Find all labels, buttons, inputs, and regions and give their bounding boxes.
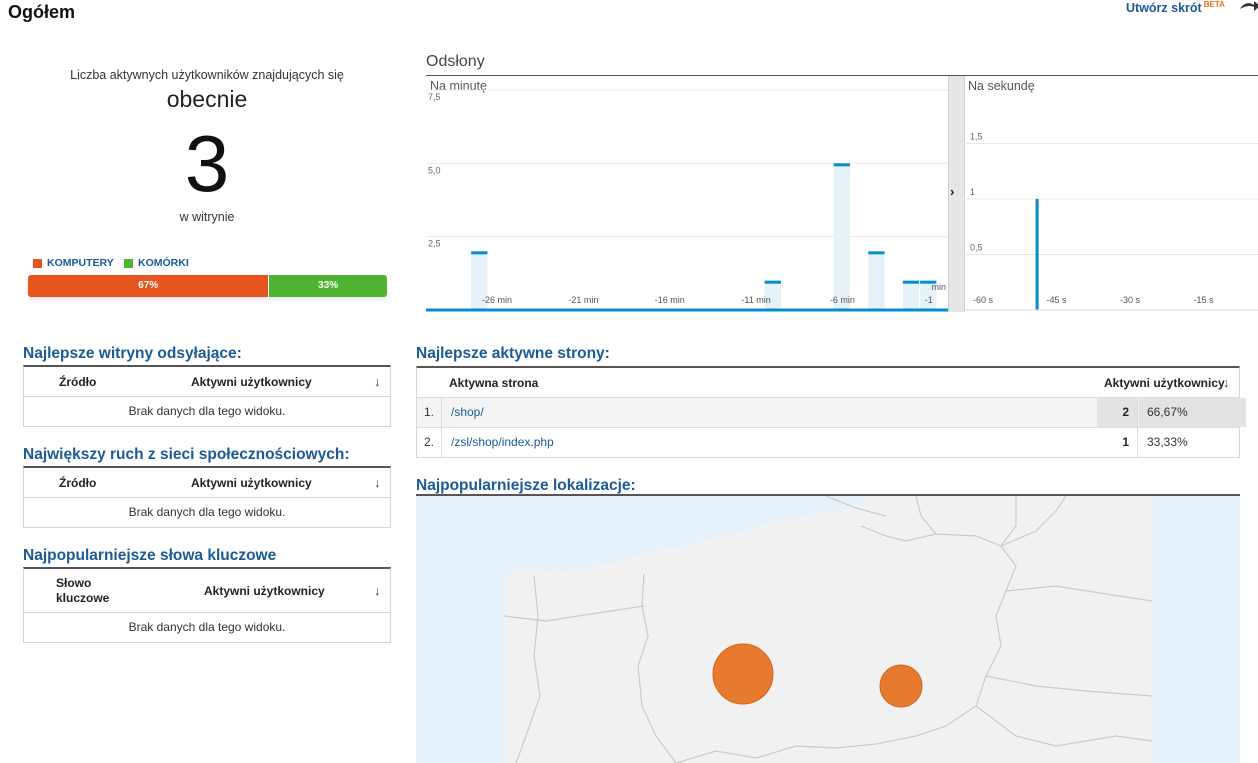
legend-desktop: KOMPUTERY xyxy=(33,257,114,269)
col-active-users[interactable]: Aktywni użytkownicy xyxy=(191,375,312,389)
sort-down-icon[interactable]: ↓ xyxy=(374,583,381,598)
location-marker[interactable] xyxy=(712,643,774,705)
col-keyword[interactable]: Słowo kluczowe xyxy=(56,576,116,606)
col-active-users[interactable]: Aktywni użytkownicy xyxy=(1104,376,1225,390)
row-users: 1 xyxy=(1097,428,1138,457)
keywords-title: Najpopularniejsze słowa kluczowe xyxy=(23,547,277,564)
social-table: Źródło Aktywni użytkownicy ↓ Brak danych… xyxy=(23,466,391,528)
bar-cap xyxy=(471,251,488,255)
active-users-caption: Liczba aktywnych użytkowników znajdujący… xyxy=(70,68,344,82)
x-tick-label: -16 min xyxy=(655,295,685,305)
table-row[interactable]: 2. /zsl/shop/index.php 1 33,33% xyxy=(417,427,1239,457)
keywords-empty-message: Brak danych dla tego widoku. xyxy=(128,620,286,634)
share-icon[interactable] xyxy=(1238,0,1258,12)
pageviews-title: Odsłony xyxy=(426,53,485,70)
x-tick-label: -26 min xyxy=(482,295,512,305)
page-link[interactable]: /zsl/shop/index.php xyxy=(451,428,554,457)
device-bar-mobile: 33% xyxy=(269,275,387,297)
x-tick-label: -30 s xyxy=(1120,295,1141,305)
bar xyxy=(902,280,920,310)
keywords-table-header: Słowo kluczowe Aktywni użytkownicy ↓ xyxy=(24,569,390,613)
keywords-table: Słowo kluczowe Aktywni użytkownicy ↓ Bra… xyxy=(23,567,391,643)
per-second-chart: 0,5 1 1,5 -60 s -45 s -30 s -15 s xyxy=(964,132,1258,311)
device-bar-desktop: 67% xyxy=(28,275,270,297)
x-tick-label: -6 min xyxy=(830,295,855,305)
active-users-now-label: obecnie xyxy=(166,86,248,112)
map-edge xyxy=(1152,496,1240,763)
row-users: 2 xyxy=(1097,398,1138,427)
map-svg xyxy=(503,496,1240,763)
create-shortcut-label[interactable]: Utwórz skrót xyxy=(1126,1,1202,15)
col-source[interactable]: Źródło xyxy=(59,476,96,490)
sort-down-icon[interactable]: ↓ xyxy=(1223,375,1230,390)
per-minute-chart: 2,5 5,0 7,5 -26 min -21 min -16 min -11 min -6 … xyxy=(426,89,948,312)
y-tick-label: 1,5 xyxy=(970,132,983,142)
locations-map[interactable] xyxy=(416,494,1240,763)
active-users-count: 3 xyxy=(184,119,230,208)
legend-mobile-label: KOMÓRKI xyxy=(138,257,189,269)
table-row[interactable]: 1. /shop/ 2 66,67% xyxy=(417,397,1246,427)
referrals-empty-message: Brak danych dla tego widoku. xyxy=(128,404,286,418)
social-empty-message: Brak danych dla tego widoku. xyxy=(128,505,286,519)
legend-desktop-label: KOMPUTERY xyxy=(47,257,114,269)
x-tick-label: -11 min xyxy=(741,295,770,305)
top-pages-header: Aktywna strona Aktywni użytkownicy ↓ xyxy=(417,368,1239,397)
y-tick-label: 1 xyxy=(970,187,975,197)
row-percent: 66,67% xyxy=(1139,398,1246,427)
col-source[interactable]: Źródło xyxy=(59,375,96,389)
bar-cap xyxy=(764,280,781,284)
y-tick-label: 2,5 xyxy=(428,239,441,249)
row-rank: 2. xyxy=(417,428,442,457)
legend-mobile: KOMÓRKI xyxy=(124,257,189,269)
social-title: Największy ruch z sieci społecznościowyc… xyxy=(23,446,350,463)
top-pages-table: Aktywna strona Aktywni użytkownicy ↓ 1. … xyxy=(416,366,1246,458)
bar xyxy=(868,251,885,310)
col-active-users[interactable]: Aktywni użytkownicy xyxy=(191,476,312,490)
location-marker[interactable] xyxy=(879,664,923,708)
page-title: Ogółem xyxy=(8,2,76,22)
col-active-page[interactable]: Aktywna strona xyxy=(449,376,538,390)
row-percent: 33,33% xyxy=(1147,435,1188,449)
referrals-table-header: Źródło Aktywni użytkownicy ↓ xyxy=(24,367,390,397)
x-tick-label: -21 min xyxy=(568,295,598,305)
bar xyxy=(1035,199,1039,310)
col-active-users[interactable]: Aktywni użytkownicy xyxy=(204,584,325,598)
x-tick-label: -1 xyxy=(925,295,933,305)
x-tick-label: -15 s xyxy=(1194,295,1215,305)
y-tick-label: 7,5 xyxy=(428,92,441,102)
x-tick-label: -60 s xyxy=(973,295,994,305)
active-users-onsite-label: w witrynie xyxy=(179,210,235,224)
legend-mobile-swatch xyxy=(124,258,133,268)
legend-desktop-swatch xyxy=(33,258,42,268)
locations-title: Najpopularniejsze lokalizacje: xyxy=(416,477,636,494)
social-table-header: Źródło Aktywni użytkownicy ↓ xyxy=(24,468,390,498)
create-shortcut-link[interactable]: Utwórz skrót BETA xyxy=(1126,0,1225,15)
referrals-title: Najlepsze witryny odsyłające: xyxy=(23,345,242,362)
sort-down-icon[interactable]: ↓ xyxy=(374,475,381,490)
bar xyxy=(833,163,851,310)
y-tick-label: 5,0 xyxy=(428,165,441,175)
referrals-table: Źródło Aktywni użytkownicy ↓ Brak danych… xyxy=(23,365,391,427)
bar-cap xyxy=(868,251,885,255)
sort-down-icon[interactable]: ↓ xyxy=(374,374,381,389)
x-unit-label: min xyxy=(931,282,946,292)
y-tick-label: 0,5 xyxy=(970,243,983,253)
chevron-right-icon[interactable]: › xyxy=(950,184,954,199)
bar-cap xyxy=(902,280,920,284)
top-pages-title: Najlepsze aktywne strony: xyxy=(416,345,610,362)
bar-cap xyxy=(833,163,851,167)
page-link[interactable]: /shop/ xyxy=(451,398,484,427)
beta-badge: BETA xyxy=(1203,0,1225,9)
x-tick-label: -45 s xyxy=(1047,295,1068,305)
device-split-bar: 67% 33% xyxy=(28,275,387,297)
row-rank: 1. xyxy=(417,398,442,427)
